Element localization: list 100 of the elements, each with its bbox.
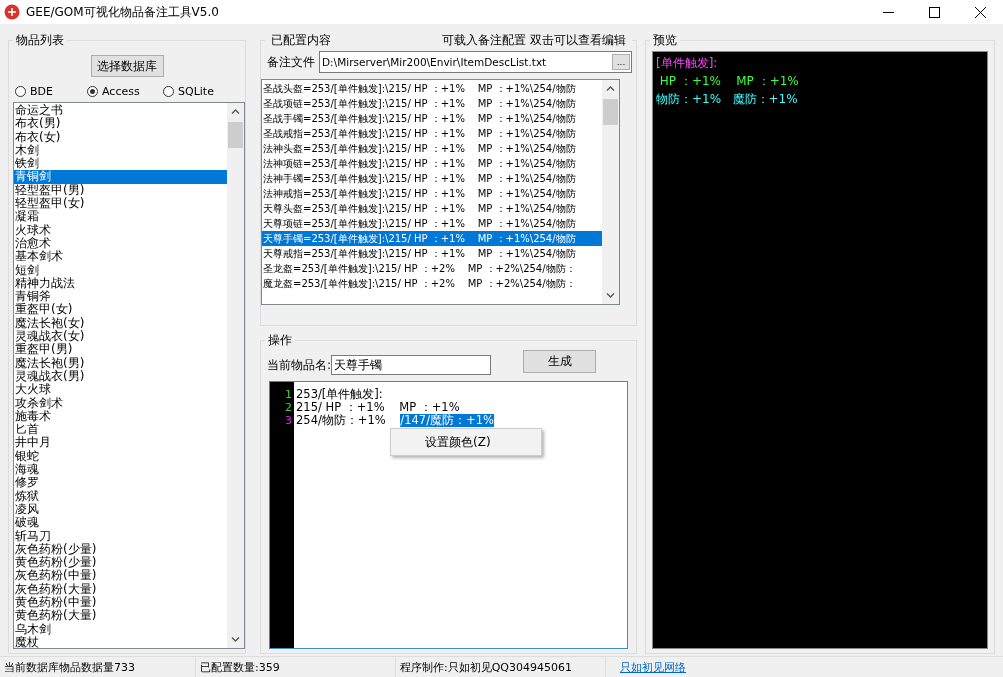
list-item[interactable]: 凌风 — [14, 502, 227, 517]
list-item[interactable]: 破魂 — [14, 516, 227, 530]
list-item[interactable]: 圣战手镯=253/[单件触发]:\215/ HP ：+1% MP ：+1%\254/物防 — [262, 111, 602, 126]
field-label: 当前物品名: — [267, 356, 332, 374]
list-item[interactable]: 银蛇 — [14, 449, 227, 463]
list-item[interactable]: 黄色药粉(少量) — [14, 556, 227, 570]
preview-text: 物防：+1% 魔防：+1% — [656, 92, 798, 106]
list-item[interactable]: 精神力战法 — [14, 276, 227, 291]
list-item[interactable]: 匕首 — [14, 423, 227, 437]
list-item[interactable]: 天尊头盔=253/[单件触发]:\215/ HP ：+1% MP ：+1%\254/物防 — [262, 201, 602, 216]
list-item[interactable]: 布衣(男) — [14, 117, 227, 131]
list-item[interactable]: 乌木剑 — [14, 622, 227, 636]
list-item[interactable]: 炼狱 — [14, 489, 227, 503]
radio-button[interactable] — [87, 86, 98, 97]
website-link[interactable]: 只如初见网络 — [606, 659, 686, 675]
radio-button[interactable] — [163, 86, 174, 97]
list-item[interactable]: 大火球 — [14, 383, 227, 397]
list-item[interactable]: 基本剑术 — [14, 250, 227, 264]
list-item[interactable]: 灰色药粉(少量) — [14, 542, 227, 557]
preview-text: [单件触发]: — [656, 56, 718, 70]
list-item[interactable]: 魔法长袍(女) — [14, 316, 227, 331]
menu-item[interactable]: 设置颜色(Z) — [391, 432, 541, 452]
list-item[interactable]: 凝霜 — [14, 210, 227, 224]
list-item[interactable]: 天尊手镯=253/[单件触发]:\215/ HP ：+1% MP ：+1%\254/物防 — [262, 231, 602, 246]
line-number: 3 — [285, 414, 292, 427]
list-item[interactable]: 斩马刀 — [14, 529, 227, 543]
list-item[interactable]: 魔龙盔=253/[单件触发]:\215/ HP ：+2% MP ：+2%\254/物防： — [262, 276, 602, 291]
list-item[interactable]: 圣战戒指=253/[单件触发]:\215/ HP ：+1% MP ：+1%\254/物防 — [262, 126, 602, 141]
list-item[interactable]: 法神项链=253/[单件触发]:\215/ HP ：+1% MP ：+1%\254/物防 — [262, 156, 602, 171]
list-item[interactable]: 铁剑 — [14, 157, 227, 171]
list-item[interactable]: 治愈术 — [14, 236, 227, 251]
window-title: GEE/GOM可视化物品备注工具V5.0 — [26, 3, 220, 21]
close-icon[interactable] — [974, 6, 986, 18]
list-item[interactable]: 法神手镯=253/[单件触发]:\215/ HP ：+1% MP ：+1%\254/物防 — [262, 171, 602, 186]
radio-button[interactable] — [15, 86, 26, 97]
group-title: 物品列表 — [15, 32, 65, 49]
list-item[interactable]: 轻型盔甲(男) — [14, 183, 227, 198]
browse-button[interactable]: ... — [612, 54, 630, 70]
list-item[interactable]: 海魂 — [14, 463, 227, 477]
list-item[interactable]: 重盔甲(男) — [14, 343, 227, 357]
radio-label[interactable]: BDE — [30, 85, 53, 98]
code-text: 253/[单件触发]: — [296, 388, 383, 401]
list-item[interactable]: 布衣(女) — [14, 130, 227, 144]
status-text: 当前数据库物品数据量733 — [0, 657, 196, 677]
scroll-down-icon[interactable] — [231, 637, 240, 642]
scroll-down-icon[interactable] — [606, 293, 615, 298]
radio-label[interactable]: SQLite — [178, 85, 214, 98]
status-text: 程序制作:只如初见QQ304945061 — [396, 657, 606, 677]
select-database-button[interactable]: 选择数据库 — [90, 55, 164, 77]
list-item[interactable]: 命运之书 — [14, 104, 227, 118]
generate-button[interactable]: 生成 — [523, 349, 597, 373]
list-item[interactable]: 圣战项链=253/[单件触发]:\215/ HP ：+1% MP ：+1%\254/物防 — [262, 96, 602, 111]
list-item[interactable]: 天尊项链=253/[单件触发]:\215/ HP ：+1% MP ：+1%\254/物防 — [262, 216, 602, 231]
app-icon — [4, 4, 20, 20]
list-item[interactable]: 黄色药粉(中量) — [14, 596, 227, 610]
config-list[interactable] — [261, 79, 620, 305]
list-item[interactable]: 灵魂战衣(女) — [14, 330, 227, 344]
list-item[interactable]: 轻型盔甲(女) — [14, 197, 227, 211]
list-item[interactable]: 魔法长袍(男) — [14, 356, 227, 370]
scrollbar[interactable] — [602, 80, 619, 304]
list-item[interactable]: 天尊戒指=253/[单件触发]:\215/ HP ：+1% MP ：+1%\254/物防 — [262, 246, 602, 261]
line-number: 1 — [285, 388, 292, 401]
group-title: 操作 — [267, 332, 293, 349]
file-path-field[interactable]: D:\Mirserver\Mir200\Envir\ItemDescList.txt ... — [319, 51, 632, 73]
preview-text: HP ：+1% MP ：+1% — [658, 74, 799, 88]
line-number: 2 — [285, 401, 292, 414]
scrollbar[interactable] — [227, 103, 244, 648]
list-item[interactable]: 井中月 — [14, 436, 227, 450]
list-item[interactable]: 攻杀剑术 — [14, 396, 227, 410]
list-item[interactable]: 青铜斧 — [14, 290, 227, 304]
list-item[interactable]: 灵魂战衣(男) — [14, 369, 227, 384]
list-item[interactable]: 修罗 — [14, 476, 227, 490]
field-label: 备注文件 — [267, 53, 315, 71]
item-name-field[interactable]: 天尊手镯 — [331, 355, 492, 375]
code-editor[interactable]: 1 2 3 253/[单件触发]: 215/ HP ：+1% MP ：+1% 254/物防：+1% /147/魔防：+1% 设置颜色(Z) — [269, 381, 628, 649]
list-item[interactable]: 木剑 — [14, 143, 227, 158]
scrollbar-thumb[interactable] — [603, 99, 618, 125]
scroll-up-icon[interactable] — [606, 86, 615, 91]
list-item[interactable]: 施毒术 — [14, 409, 227, 424]
list-item[interactable]: 青铜剑 — [14, 170, 227, 184]
scrollbar-thumb[interactable] — [228, 122, 243, 148]
code-text: /147/魔防：+1% — [400, 414, 494, 427]
hint-text: 可载入备注配置 双击可以查看编辑 — [439, 32, 629, 49]
list-item[interactable]: 短剑 — [14, 263, 227, 277]
list-item[interactable]: 灰色药粉(中量) — [14, 569, 227, 583]
list-item[interactable]: 法神戒指=253/[单件触发]:\215/ HP ：+1% MP ：+1%\254/物防 — [262, 186, 602, 201]
list-item[interactable]: 重盔甲(女) — [14, 303, 227, 317]
list-item[interactable]: 魔杖 — [14, 635, 227, 648]
radio-label[interactable]: Access — [102, 85, 140, 98]
scroll-up-icon[interactable] — [231, 109, 240, 114]
status-text: 已配置数量:359 — [196, 657, 396, 677]
list-item[interactable]: 黄色药粉(大量) — [14, 609, 227, 623]
list-item[interactable]: 灰色药粉(大量) — [14, 582, 227, 596]
list-item[interactable]: 圣龙盔=253/[单件触发]:\215/ HP ：+2% MP ：+2%\254/物防： — [262, 261, 602, 276]
code-text: 254/物防：+1% — [296, 414, 387, 427]
maximize-icon[interactable] — [928, 6, 940, 18]
list-item[interactable]: 圣战头盔=253/[单件触发]:\215/ HP ：+1% MP ：+1%\254/物防 — [262, 81, 602, 96]
list-item[interactable]: 法神头盔=253/[单件触发]:\215/ HP ：+1% MP ：+1%\254/物防 — [262, 141, 602, 156]
code-text: 215/ HP ：+1% MP ：+1% — [296, 401, 460, 414]
list-item[interactable]: 火球术 — [14, 223, 227, 237]
